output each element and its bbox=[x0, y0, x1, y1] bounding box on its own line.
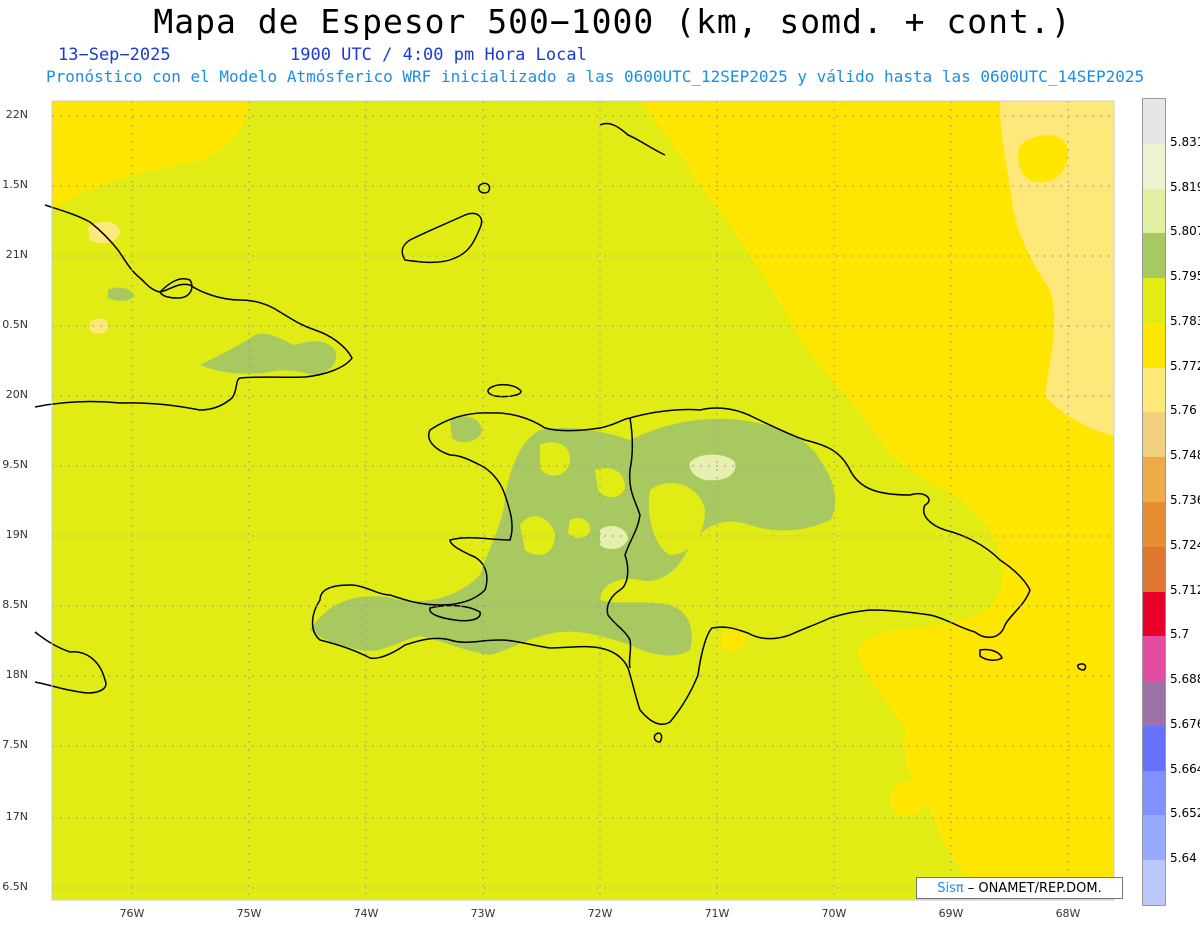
legend-label: 5.688 bbox=[1170, 672, 1200, 687]
lon-label: 69W bbox=[938, 907, 964, 920]
legend-swatch bbox=[1143, 860, 1165, 906]
lat-label: 18N bbox=[5, 668, 28, 681]
lat-label: 9.5N bbox=[2, 458, 28, 471]
legend-label: 5.819 bbox=[1170, 179, 1200, 194]
legend-swatch bbox=[1143, 636, 1165, 682]
lon-label: 76W bbox=[119, 907, 145, 920]
lat-label: 22N bbox=[5, 108, 28, 121]
thickness-map bbox=[34, 100, 1115, 901]
legend-swatch bbox=[1143, 278, 1165, 324]
legend-swatch bbox=[1143, 815, 1165, 861]
legend-label: 5.76 bbox=[1170, 403, 1197, 418]
legend-swatch bbox=[1143, 681, 1165, 727]
lat-label: 0.5N bbox=[2, 318, 28, 331]
lat-label: 21N bbox=[5, 248, 28, 261]
legend-swatch bbox=[1143, 367, 1165, 413]
legend-swatch bbox=[1143, 591, 1165, 637]
legend-label: 5.748 bbox=[1170, 448, 1200, 463]
legend-label: 5.712 bbox=[1170, 582, 1200, 597]
credit-text: – ONAMET/REP.DOM. bbox=[967, 880, 1102, 896]
legend-label: 5.783 bbox=[1170, 313, 1200, 328]
legend-swatch bbox=[1143, 322, 1165, 368]
lat-label: 20N bbox=[5, 388, 28, 401]
legend-label: 5.831 bbox=[1170, 134, 1200, 149]
lat-label: 1.5N bbox=[2, 178, 28, 191]
legend-label: 5.795 bbox=[1170, 269, 1200, 284]
legend-label: 5.664 bbox=[1170, 761, 1200, 776]
legend-label: 5.772 bbox=[1170, 358, 1200, 373]
credit-box: Sisπ – ONAMET/REP.DOM. bbox=[916, 877, 1123, 899]
legend-label: 5.676 bbox=[1170, 716, 1200, 731]
credit-brand: Sisπ bbox=[937, 880, 964, 896]
lon-label: 73W bbox=[470, 907, 496, 920]
lat-label: 7.5N bbox=[2, 738, 28, 751]
lon-label: 68W bbox=[1055, 907, 1081, 920]
color-legend bbox=[1142, 98, 1166, 906]
legend-label: 5.64 bbox=[1170, 851, 1197, 866]
lat-label: 8.5N bbox=[2, 598, 28, 611]
legend-label: 5.807 bbox=[1170, 224, 1200, 239]
lon-label: 74W bbox=[353, 907, 379, 920]
legend-label: 5.736 bbox=[1170, 493, 1200, 507]
lat-label: 19N bbox=[5, 528, 28, 541]
legend-swatch bbox=[1143, 546, 1165, 592]
legend-swatch bbox=[1143, 188, 1165, 234]
legend-swatch bbox=[1143, 502, 1165, 547]
legend-swatch bbox=[1143, 725, 1165, 771]
lon-label: 72W bbox=[587, 907, 613, 920]
legend-swatch bbox=[1143, 457, 1165, 503]
lat-label: 17N bbox=[5, 810, 28, 823]
legend-swatch bbox=[1143, 412, 1165, 458]
legend-label: 5.652 bbox=[1170, 806, 1200, 821]
legend-swatch bbox=[1143, 99, 1165, 144]
legend-swatch bbox=[1143, 233, 1165, 279]
legend-swatch bbox=[1143, 770, 1165, 816]
lon-label: 71W bbox=[704, 907, 730, 920]
legend-label: 5.724 bbox=[1170, 537, 1200, 552]
legend-swatch bbox=[1143, 143, 1165, 189]
legend-label: 5.7 bbox=[1170, 627, 1190, 642]
lon-label: 70W bbox=[821, 907, 847, 920]
lon-label: 75W bbox=[236, 907, 262, 920]
lat-label: 6.5N bbox=[2, 880, 28, 893]
